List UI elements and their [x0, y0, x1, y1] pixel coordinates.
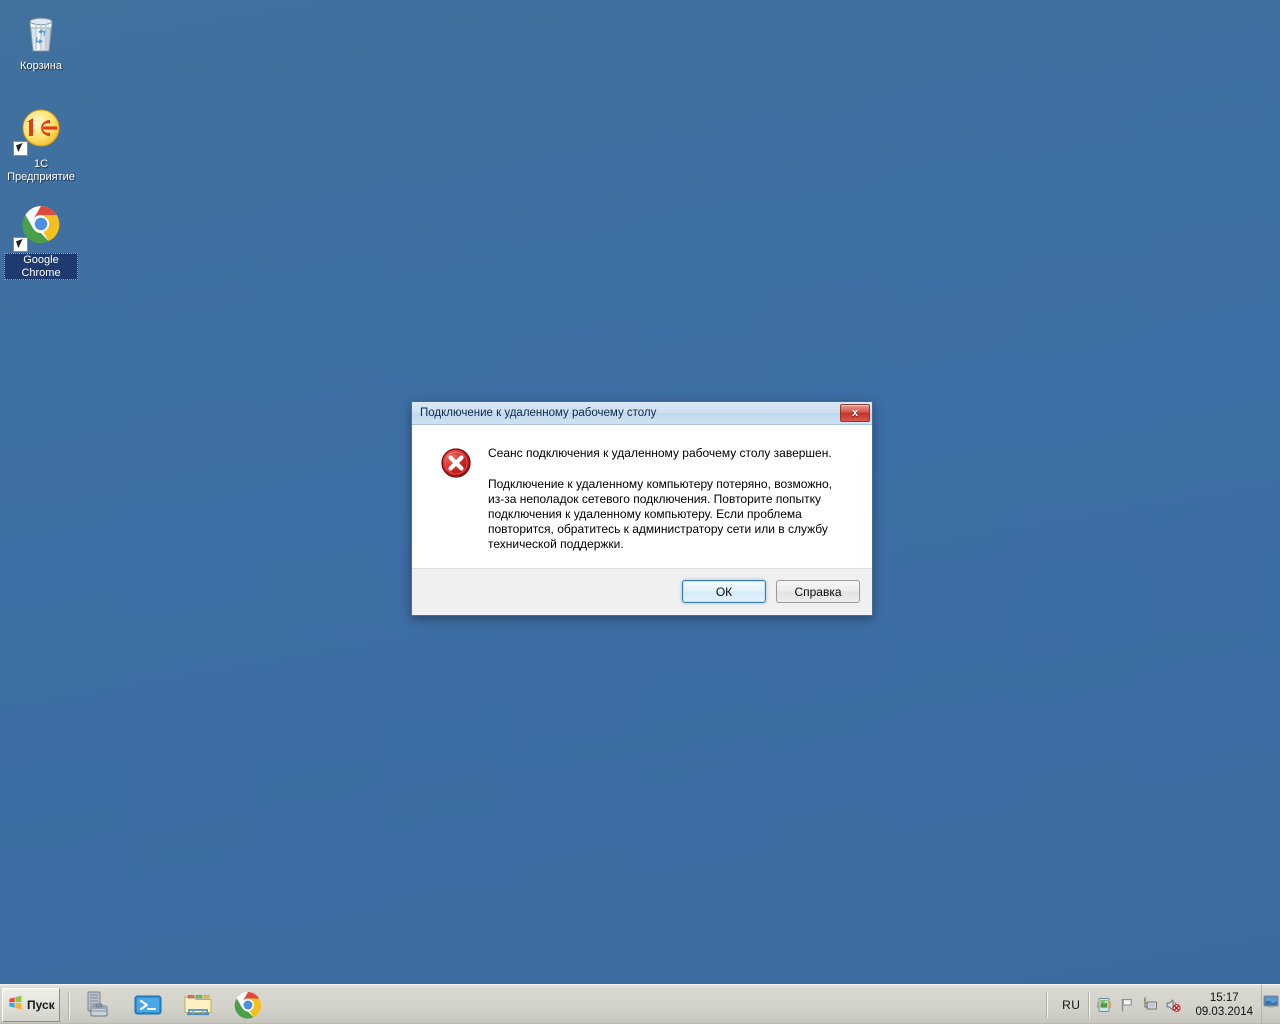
- 1c-enterprise-icon: [13, 106, 65, 156]
- desktop-icon-google-chrome[interactable]: Google Chrome: [4, 202, 78, 281]
- desktop[interactable]: Корзина 1C Предприятие Google Chrome Под…: [0, 0, 1280, 1024]
- dialog-detail-text: Подключение к удаленному компьютеру поте…: [488, 477, 832, 551]
- show-desktop-button[interactable]: [1261, 984, 1280, 1024]
- dialog-heading: Сеанс подключения к удаленному рабочему …: [488, 446, 832, 460]
- dialog-titlebar[interactable]: Подключение к удаленному рабочему столу …: [412, 402, 872, 425]
- desktop-icon-label: Google Chrome: [4, 253, 78, 280]
- taskbar-server-manager-icon[interactable]: [82, 989, 114, 1021]
- desktop-icon-recycle-bin[interactable]: Корзина: [4, 8, 78, 74]
- action-center-icon[interactable]: [1096, 997, 1112, 1013]
- dialog-body: Сеанс подключения к удаленному рабочему …: [412, 425, 872, 568]
- desktop-icon-label: Корзина: [20, 60, 62, 72]
- ok-button[interactable]: ОК: [682, 580, 766, 603]
- clock-time: 15:17: [1209, 991, 1239, 1004]
- quick-launch-bar[interactable]: [78, 989, 264, 1021]
- taskbar-divider: [68, 990, 70, 1019]
- taskbar-file-explorer-icon[interactable]: [182, 989, 214, 1021]
- speaker-muted-icon[interactable]: [1165, 997, 1181, 1013]
- clock-date: 09.03.2014: [1195, 1005, 1253, 1018]
- tray-divider-left: [1046, 991, 1049, 1018]
- show-desktop-icon: [1263, 995, 1279, 1014]
- taskbar-chrome-icon[interactable]: [232, 989, 264, 1021]
- recycle-bin-icon: [17, 8, 65, 56]
- remote-desktop-error-dialog[interactable]: Подключение к удаленному рабочему столу …: [411, 401, 873, 616]
- shortcut-overlay-icon: [13, 237, 28, 252]
- desktop-icon-1c-enterprise[interactable]: 1C Предприятие: [4, 106, 78, 185]
- start-button-label: Пуск: [27, 997, 55, 1012]
- dialog-footer: ОК Справка: [412, 568, 872, 615]
- start-button[interactable]: Пуск: [2, 987, 60, 1022]
- taskbar[interactable]: Пуск RU 15:17 09.03.2014: [0, 984, 1280, 1024]
- tray-icon-group[interactable]: [1096, 996, 1187, 1013]
- error-icon: [440, 447, 472, 479]
- shortcut-overlay-icon: [13, 141, 28, 156]
- flag-icon[interactable]: [1119, 997, 1135, 1013]
- close-glyph: x: [851, 406, 859, 419]
- close-icon[interactable]: x: [840, 404, 870, 422]
- system-tray[interactable]: RU 15:17 09.03.2014: [1046, 984, 1280, 1024]
- network-icon[interactable]: [1142, 996, 1158, 1013]
- dialog-title: Подключение к удаленному рабочему столу: [420, 407, 657, 419]
- help-button[interactable]: Справка: [776, 580, 860, 603]
- taskbar-clock[interactable]: 15:17 09.03.2014: [1187, 991, 1261, 1019]
- windows-logo-icon: [7, 994, 24, 1016]
- chrome-icon: [13, 202, 65, 252]
- taskbar-powershell-icon[interactable]: [132, 989, 164, 1021]
- dialog-message-wrap: Сеанс подключения к удаленному рабочему …: [488, 445, 854, 552]
- language-indicator[interactable]: RU: [1054, 998, 1088, 1012]
- desktop-icon-label: 1C Предприятие: [7, 158, 75, 183]
- tray-divider-right: [1088, 991, 1091, 1018]
